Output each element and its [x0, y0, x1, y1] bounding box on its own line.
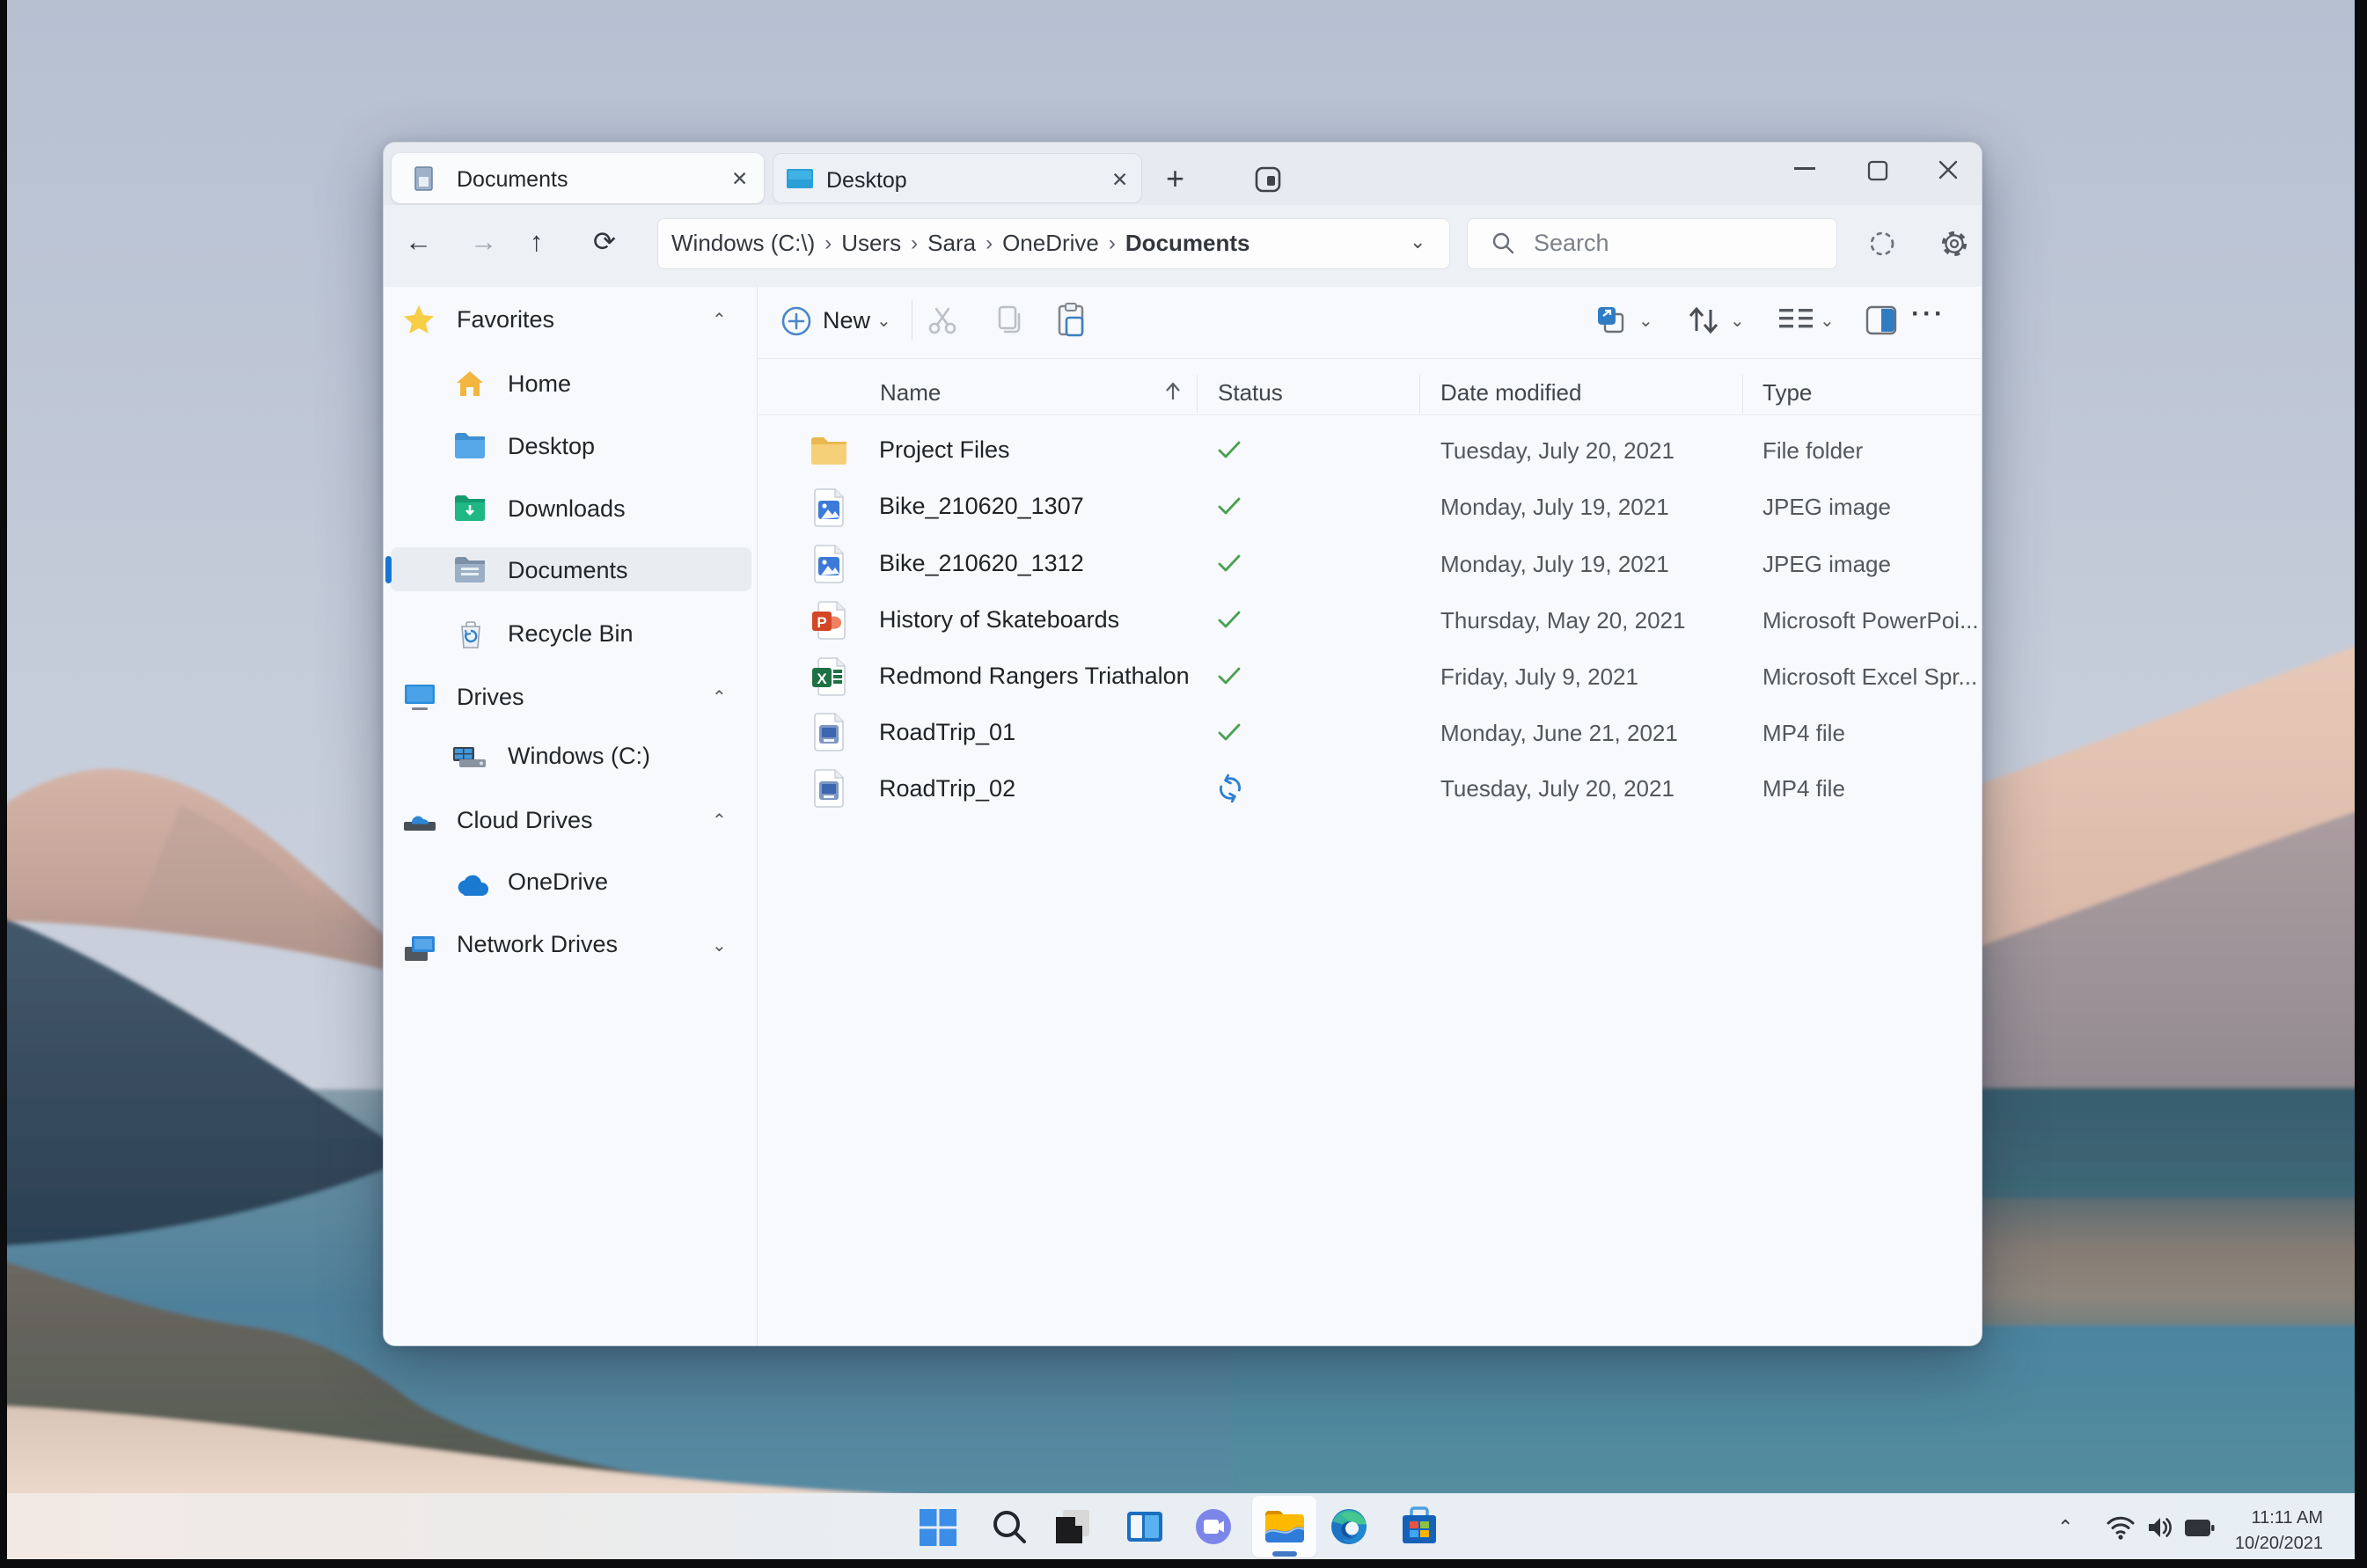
- svg-text:P: P: [817, 614, 826, 631]
- svg-text:X: X: [817, 670, 827, 687]
